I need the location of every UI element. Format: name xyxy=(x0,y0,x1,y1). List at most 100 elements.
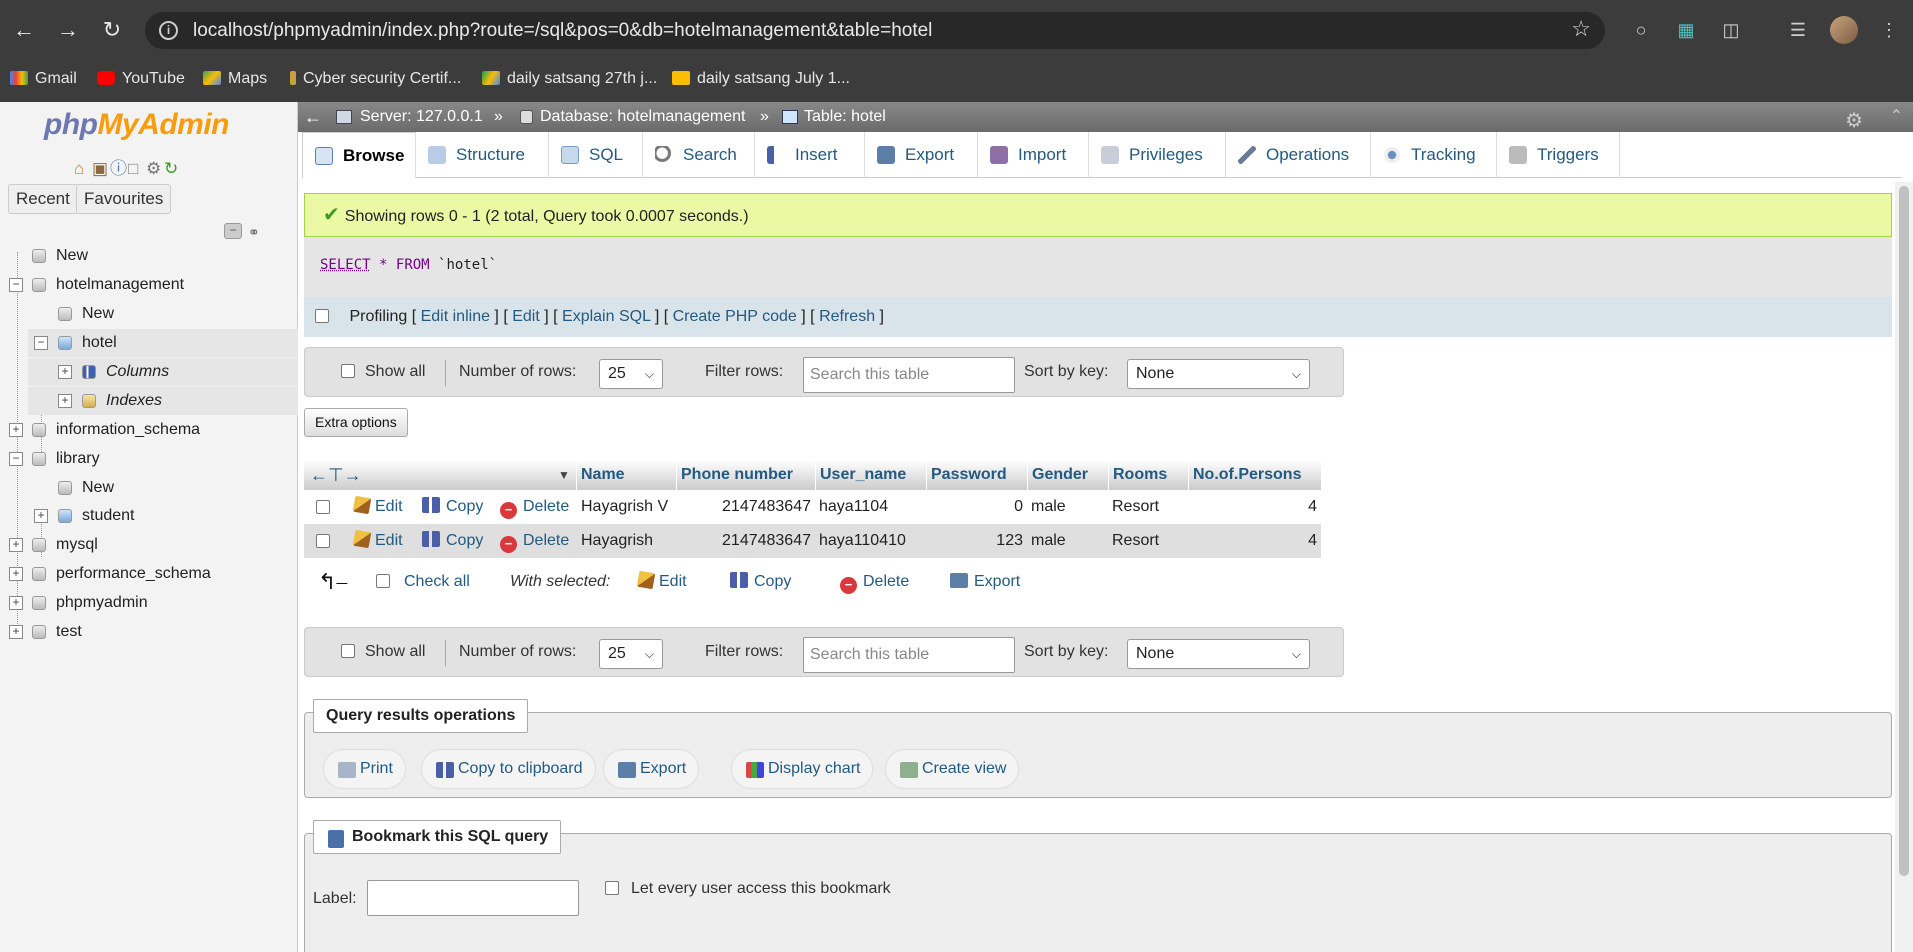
forward-icon[interactable]: → xyxy=(52,14,84,46)
create-php-code-link[interactable]: Create PHP code xyxy=(673,308,797,325)
tab-import[interactable]: Import xyxy=(978,132,1089,178)
reload-icon[interactable]: ↻ xyxy=(96,14,128,46)
collapse-top-icon[interactable]: ⌃ xyxy=(1890,102,1903,132)
extra-options-button[interactable]: Extra options xyxy=(304,408,408,437)
tab-browse[interactable]: Browse xyxy=(302,132,416,178)
collapse-left-icon[interactable]: ← xyxy=(304,102,322,132)
row-copy-button[interactable]: Copy xyxy=(422,490,483,524)
collapse-icon[interactable]: − xyxy=(9,278,23,292)
tab-sql[interactable]: SQL xyxy=(549,132,643,178)
bookmark-cyber-security[interactable]: Cyber security Certif... xyxy=(290,70,461,88)
home-icon[interactable]: ⌂ xyxy=(74,159,92,178)
link-with-main-icon[interactable]: ⚭ xyxy=(248,224,260,241)
expand-icon[interactable]: + xyxy=(9,538,23,552)
sort-dropdown-icon[interactable]: ▼ xyxy=(558,460,570,490)
tab-tracking[interactable]: Tracking xyxy=(1371,132,1497,178)
cell-persons[interactable]: 4 xyxy=(1188,490,1317,524)
tree-item-mysql[interactable]: + mysql xyxy=(0,531,298,559)
row-checkbox[interactable] xyxy=(316,500,330,514)
print-button[interactable]: Print xyxy=(323,749,406,789)
tree-item-new[interactable]: New xyxy=(0,242,298,270)
row-edit-button[interactable]: Edit xyxy=(352,490,403,524)
column-header-persons[interactable]: No.of.Persons xyxy=(1188,460,1321,490)
cell-password[interactable]: 0 xyxy=(926,490,1023,524)
profile-avatar[interactable] xyxy=(1830,16,1858,44)
expand-icon[interactable]: + xyxy=(9,625,23,639)
site-info-icon[interactable]: i xyxy=(159,21,178,40)
collapse-icon[interactable]: − xyxy=(9,452,23,466)
show-all-checkbox[interactable] xyxy=(341,364,355,378)
cell-username[interactable]: haya1104 xyxy=(819,490,888,524)
back-icon[interactable]: ← xyxy=(8,14,40,46)
media-control-icon[interactable]: ☰ xyxy=(1785,17,1811,43)
rows-per-page-select[interactable]: 25 ⌵ xyxy=(599,359,663,389)
help-icon[interactable]: ⓘ xyxy=(110,154,128,178)
bookmark-star-icon[interactable]: ☆ xyxy=(1571,16,1591,42)
tree-item-hotelmanagement[interactable]: − hotelmanagement xyxy=(0,271,298,299)
main-scrollbar[interactable] xyxy=(1895,182,1913,952)
column-header-gender[interactable]: Gender xyxy=(1027,460,1108,490)
column-header-phone[interactable]: Phone number xyxy=(676,460,815,490)
tab-structure[interactable]: Structure xyxy=(416,132,549,178)
bulk-delete-button[interactable]: − Delete xyxy=(840,565,909,599)
tree-item-test[interactable]: + test xyxy=(0,618,298,646)
bulk-edit-button[interactable]: Edit xyxy=(636,565,687,599)
docs-icon[interactable]: □ xyxy=(128,159,146,178)
tree-item-phpmyadmin[interactable]: + phpmyadmin xyxy=(0,589,298,617)
profiling-checkbox[interactable] xyxy=(315,309,329,323)
sort-by-key-select[interactable]: None ⌵ xyxy=(1127,359,1310,389)
check-all-checkbox[interactable] xyxy=(376,574,390,588)
row-checkbox[interactable] xyxy=(316,534,330,548)
row-copy-button[interactable]: Copy xyxy=(422,524,483,558)
breadcrumb-table[interactable]: Table: hotel xyxy=(804,102,886,132)
sort-by-key-select[interactable]: None ⌵ xyxy=(1127,639,1310,669)
column-header-password[interactable]: Password xyxy=(926,460,1027,490)
bookmark-satsang-27[interactable]: daily satsang 27th j... xyxy=(482,70,657,88)
column-header-username[interactable]: User_name xyxy=(815,460,926,490)
show-all-checkbox[interactable] xyxy=(341,644,355,658)
settings-icon[interactable]: ⚙ xyxy=(146,159,164,178)
share-bookmark-toggle[interactable]: Let every user access this bookmark xyxy=(605,880,891,898)
logout-icon[interactable]: ▣ xyxy=(92,159,110,178)
cell-persons[interactable]: 4 xyxy=(1188,524,1317,558)
edit-link[interactable]: Edit xyxy=(512,308,540,325)
share-bookmark-checkbox[interactable] xyxy=(605,881,619,895)
tree-item-hotel[interactable]: − hotel xyxy=(28,329,298,357)
tree-item-performance-schema[interactable]: + performance_schema xyxy=(0,560,298,588)
tab-export[interactable]: Export xyxy=(865,132,978,178)
phpmyadmin-logo[interactable]: phpMyAdmin xyxy=(44,108,229,142)
recent-button[interactable]: Recent xyxy=(8,184,78,214)
bulk-copy-button[interactable]: Copy xyxy=(730,565,791,599)
expand-icon[interactable]: + xyxy=(9,423,23,437)
tree-item-student[interactable]: + student xyxy=(0,502,298,530)
cell-gender[interactable]: male xyxy=(1031,524,1066,558)
bookmark-maps[interactable]: Maps xyxy=(203,70,267,88)
edit-inline-link[interactable]: Edit inline xyxy=(421,308,490,325)
bulk-export-button[interactable]: Export xyxy=(950,565,1020,599)
check-all-toggle[interactable]: Check all xyxy=(376,565,470,599)
expand-icon[interactable]: + xyxy=(34,509,48,523)
cell-username[interactable]: haya110410 xyxy=(819,524,906,558)
cell-phone[interactable]: 2147483647 xyxy=(676,524,811,558)
tree-item-information-schema[interactable]: + information_schema xyxy=(0,416,298,444)
tree-item-library[interactable]: − library xyxy=(0,445,298,473)
display-chart-button[interactable]: Display chart xyxy=(731,749,874,789)
bookmark-youtube[interactable]: YouTube xyxy=(97,70,185,88)
url-text[interactable]: localhost/phpmyadmin/index.php?route=/sq… xyxy=(193,20,932,42)
tree-item-indexes[interactable]: + Indexes xyxy=(28,387,298,415)
export-results-button[interactable]: Export xyxy=(603,749,700,789)
collapse-icon[interactable]: − xyxy=(34,336,48,350)
cell-password[interactable]: 123 xyxy=(926,524,1023,558)
address-bar[interactable]: i localhost/phpmyadmin/index.php?route=/… xyxy=(145,12,1605,49)
favourites-button[interactable]: Favourites xyxy=(76,184,172,214)
breadcrumb-server[interactable]: Server: 127.0.0.1 xyxy=(360,102,483,132)
cell-rooms[interactable]: Resort xyxy=(1112,524,1159,558)
column-header-rooms[interactable]: Rooms xyxy=(1108,460,1188,490)
expand-icon[interactable]: + xyxy=(9,567,23,581)
reload-nav-icon[interactable]: ↻ xyxy=(164,159,182,178)
row-delete-button[interactable]: − Delete xyxy=(500,524,569,558)
show-all-toggle[interactable]: Show all xyxy=(341,643,425,661)
tab-privileges[interactable]: Privileges xyxy=(1089,132,1226,178)
cell-gender[interactable]: male xyxy=(1031,490,1066,524)
mouse-extension-icon[interactable]: ○ xyxy=(1628,17,1654,43)
